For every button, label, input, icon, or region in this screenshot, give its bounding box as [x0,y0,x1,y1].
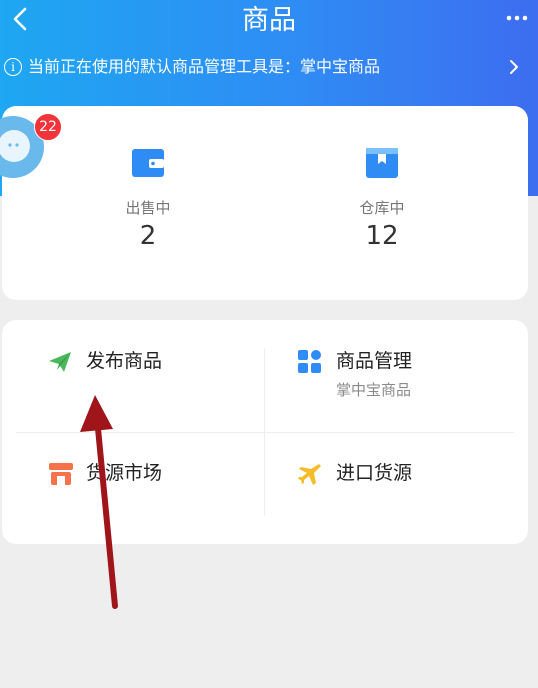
tile-label: 货源市场 [86,462,163,484]
notification-badge: 22 [34,113,62,141]
info-circle-icon: i [4,58,22,76]
airplane-icon [298,462,322,486]
tile-label: 发布商品 [86,350,163,372]
tile-label: 商品管理 [336,350,413,372]
tool-notice-text: 当前正在使用的默认商品管理工具是：掌中宝商品 [28,57,381,76]
stat-value: 2 [139,221,157,251]
store-icon [48,462,73,486]
publish-product-button[interactable]: 发布商品 [48,350,248,410]
product-management-button[interactable]: 商品管理 掌中宝商品 [298,350,498,410]
page-title: 商品 [242,5,296,36]
import-supply-button[interactable]: 进口货源 [298,462,498,502]
supply-market-button[interactable]: 货源市场 [48,462,248,502]
actions-card: 发布商品 商品管理 掌中宝商品 货源市场 进口货源 [2,320,528,544]
tile-sublabel: 掌中宝商品 [336,381,412,399]
grid-icon [298,350,322,374]
stat-on-sale[interactable]: 出售中 2 [68,146,228,252]
stats-card: 出售中 2 仓库中 12 [2,106,528,300]
paper-plane-icon [48,350,72,374]
wallet-icon [131,146,165,180]
avatar-face-icon [0,130,30,162]
warehouse-box-icon [365,146,399,180]
more-button[interactable] [502,6,532,30]
stat-label: 出售中 [125,199,171,217]
stat-label: 仓库中 [359,199,405,217]
stat-in-warehouse[interactable]: 仓库中 12 [302,146,462,252]
tool-notice-bar[interactable]: i 当前正在使用的默认商品管理工具是：掌中宝商品 [0,52,538,82]
chevron-right-icon [508,52,520,90]
divider-horizontal [16,432,514,433]
tile-label: 进口货源 [336,462,413,484]
top-bar: 商品 [0,0,538,44]
stat-value: 12 [365,221,399,251]
more-horizontal-icon [506,15,528,21]
